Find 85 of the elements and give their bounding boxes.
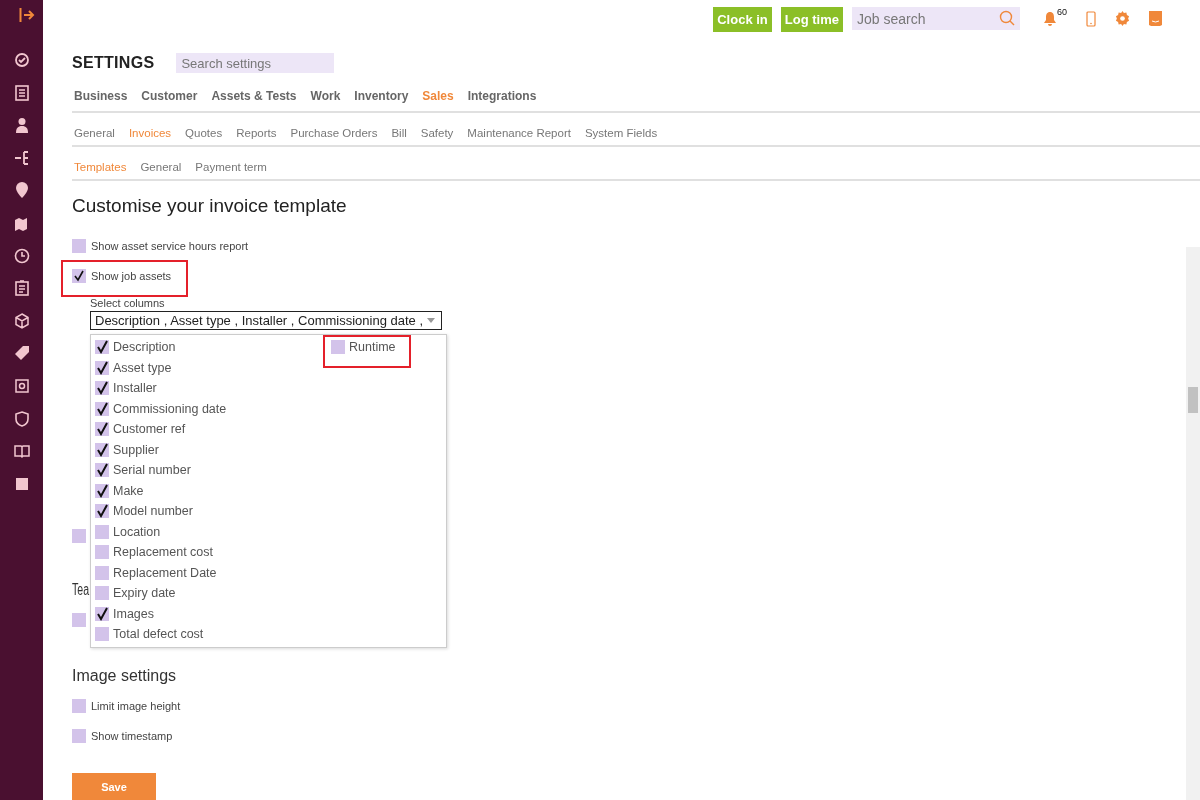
column-option[interactable]: Images bbox=[95, 606, 331, 621]
book-icon[interactable] bbox=[13, 443, 30, 460]
settings-tab[interactable]: Inventory bbox=[354, 89, 409, 103]
field-label: Select columns bbox=[90, 297, 166, 309]
column-option[interactable]: Commissioning date bbox=[95, 401, 331, 416]
column-option[interactable]: Installer bbox=[95, 381, 331, 395]
sales-subtab[interactable]: System Fields bbox=[584, 127, 658, 139]
column-option[interactable]: Make bbox=[95, 483, 331, 498]
column-option[interactable]: Asset type bbox=[95, 360, 331, 375]
section-heading: Customise your invoice template bbox=[72, 195, 348, 217]
checkbox[interactable] bbox=[95, 524, 109, 539]
settings-search-field[interactable]: Search settings bbox=[176, 53, 335, 73]
person-icon[interactable] bbox=[13, 117, 30, 134]
column-option[interactable]: Runtime bbox=[331, 340, 431, 354]
column-option[interactable]: Serial number bbox=[95, 463, 331, 477]
search-icon bbox=[999, 10, 1015, 26]
expand-arrow-icon[interactable] bbox=[18, 8, 35, 22]
sales-subtab[interactable]: Safety bbox=[420, 127, 454, 139]
tag-icon[interactable] bbox=[13, 345, 30, 362]
settings-tab[interactable]: Work bbox=[310, 89, 341, 103]
flow-icon[interactable] bbox=[13, 149, 30, 166]
settings-tab[interactable]: Integrations bbox=[467, 89, 537, 103]
sales-subtab[interactable]: Quotes bbox=[185, 127, 223, 139]
settings-tab[interactable]: Customer bbox=[141, 89, 198, 103]
scrollbar[interactable] bbox=[1186, 247, 1200, 800]
checkbox[interactable] bbox=[72, 239, 86, 253]
sales-subtab[interactable]: Purchase Orders bbox=[290, 127, 378, 139]
checkbox[interactable] bbox=[95, 545, 109, 559]
settings-tab[interactable]: Business bbox=[74, 89, 128, 103]
column-option[interactable]: Supplier bbox=[95, 442, 331, 457]
column-option[interactable]: Expiry date bbox=[95, 586, 331, 600]
shield-icon[interactable] bbox=[13, 410, 30, 427]
column-option[interactable]: Model number bbox=[95, 504, 331, 518]
settings-icon[interactable] bbox=[1115, 11, 1130, 26]
checkbox[interactable] bbox=[95, 401, 109, 416]
notification-count: 60 bbox=[1057, 7, 1067, 17]
checkbox[interactable] bbox=[95, 483, 109, 498]
checkbox[interactable] bbox=[72, 613, 86, 627]
checkbox[interactable] bbox=[95, 586, 109, 600]
sales-subtab[interactable]: Maintenance Report bbox=[467, 127, 571, 139]
pin-icon[interactable] bbox=[13, 182, 30, 199]
checkbox[interactable] bbox=[95, 422, 109, 436]
column-option[interactable]: Replacement cost bbox=[95, 545, 331, 559]
checkbox[interactable] bbox=[72, 269, 86, 283]
column-option[interactable]: Location bbox=[95, 524, 331, 539]
clipboard-icon[interactable] bbox=[13, 280, 30, 297]
checkbox[interactable] bbox=[95, 442, 109, 457]
settings-tab[interactable]: Assets & Tests bbox=[211, 89, 297, 103]
column-option[interactable]: Description bbox=[95, 340, 331, 354]
checkbox[interactable] bbox=[95, 606, 109, 621]
clock-icon[interactable] bbox=[13, 247, 30, 264]
cube-icon[interactable] bbox=[13, 312, 30, 329]
checkbox[interactable] bbox=[95, 565, 109, 580]
checkbox[interactable] bbox=[95, 504, 109, 518]
section-heading: Tea bbox=[72, 581, 91, 599]
column-option[interactable]: Customer ref bbox=[95, 422, 331, 436]
job-search-field[interactable]: Job search bbox=[852, 7, 1020, 30]
sales-subtab[interactable]: Bill bbox=[391, 127, 407, 139]
section-heading: Image settings bbox=[72, 667, 178, 685]
option-label: Show job assets bbox=[91, 270, 172, 282]
sales-subtab[interactable]: General bbox=[74, 127, 115, 139]
checkbox[interactable] bbox=[95, 627, 109, 641]
doc-icon[interactable] bbox=[13, 84, 30, 101]
checkbox[interactable] bbox=[72, 729, 86, 743]
column-option[interactable]: Total defect cost bbox=[95, 627, 331, 641]
option-label: Show timestamp bbox=[91, 730, 173, 742]
checkbox[interactable] bbox=[72, 529, 86, 543]
checkbox[interactable] bbox=[95, 381, 109, 395]
checkbox[interactable] bbox=[331, 340, 345, 354]
invoice-subtab[interactable]: Payment term bbox=[195, 161, 267, 173]
sales-subtab[interactable]: Reports bbox=[236, 127, 277, 139]
option-label: Show asset service hours report bbox=[91, 240, 249, 252]
bell-icon[interactable] bbox=[1043, 11, 1057, 26]
caret-icon bbox=[427, 318, 435, 323]
invoice-subtab[interactable]: General bbox=[140, 161, 182, 173]
columns-select[interactable]: Description , Asset type , Installer , Commissioning date , bbox=[90, 311, 442, 330]
checkbox[interactable] bbox=[95, 360, 109, 375]
option-label: Limit image height bbox=[91, 700, 181, 712]
page-title: SETTINGS bbox=[72, 54, 155, 72]
checkbox[interactable] bbox=[95, 340, 109, 354]
checkbox[interactable] bbox=[72, 699, 86, 713]
column-option[interactable]: Replacement Date bbox=[95, 565, 331, 580]
checkbox[interactable] bbox=[95, 463, 109, 477]
scrollbar-thumb[interactable] bbox=[1188, 387, 1198, 413]
frame-icon[interactable] bbox=[13, 377, 30, 394]
